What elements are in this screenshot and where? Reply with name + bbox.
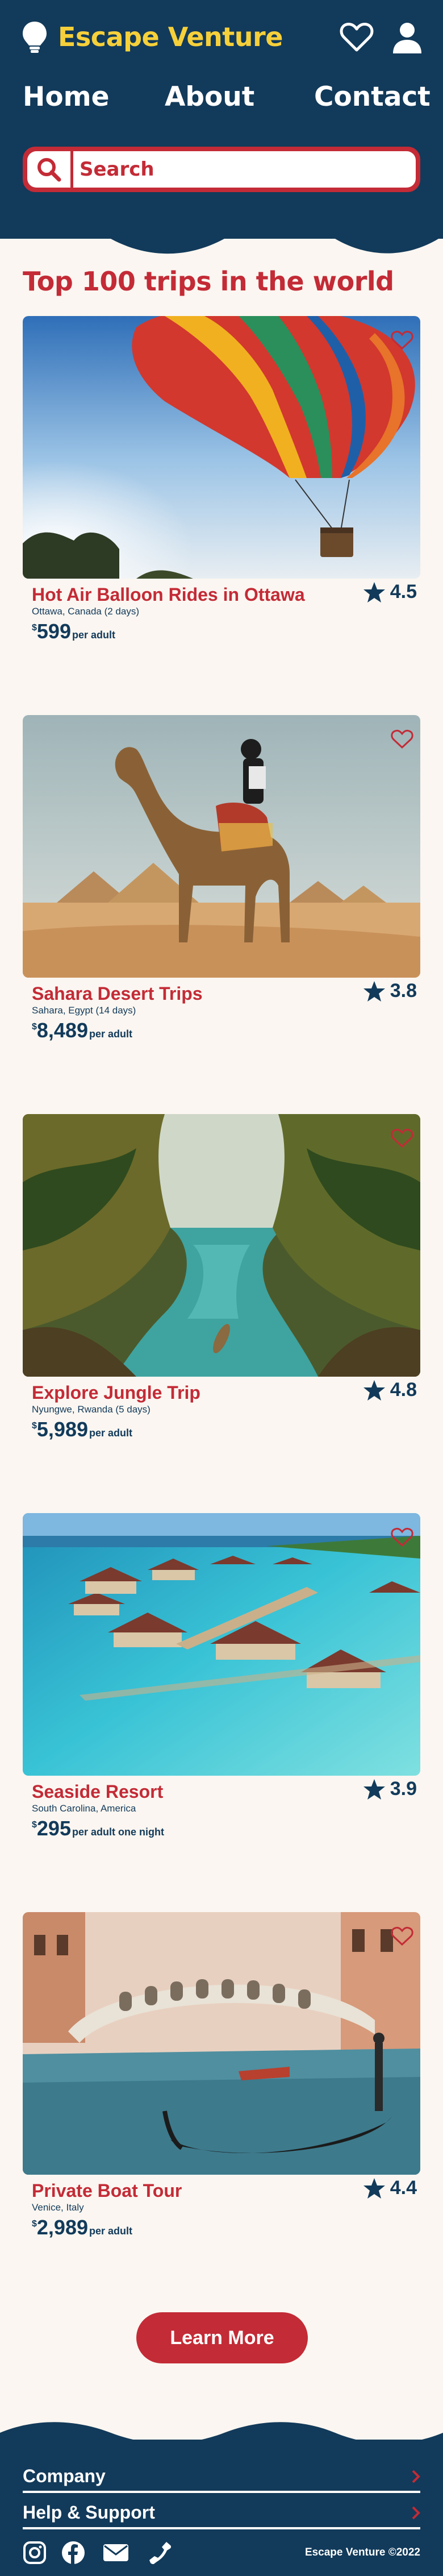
facebook-icon[interactable]	[61, 2541, 85, 2565]
trip-title[interactable]: Hot Air Balloon Rides in Ottawa	[32, 584, 305, 605]
trip-price: $ 2,989 per adult	[32, 2216, 132, 2240]
price-currency: $	[32, 1820, 37, 1830]
rating-value: 4.4	[390, 2177, 417, 2199]
trip-price: $ 599 per adult	[32, 620, 115, 643]
instagram-icon[interactable]	[23, 2541, 47, 2565]
favorite-heart-icon[interactable]	[391, 1926, 413, 1946]
trip-location: Venice, Italy	[32, 2202, 84, 2213]
trip-rating: 4.4	[363, 2177, 417, 2199]
price-currency: $	[32, 1421, 37, 1431]
search-divider	[70, 151, 73, 188]
favorite-heart-icon[interactable]	[391, 729, 413, 749]
rating-value: 4.8	[390, 1379, 417, 1401]
mail-icon[interactable]	[102, 2541, 129, 2565]
price-unit: per adult one night	[72, 1826, 164, 1838]
trip-title[interactable]: Private Boat Tour	[32, 2180, 182, 2201]
trip-card[interactable]: Sahara Desert Trips Sahara, Egypt (14 da…	[23, 715, 420, 1056]
trip-location: Nyungwe, Rwanda (5 days)	[32, 1404, 151, 1415]
lightbulb-icon	[23, 22, 47, 53]
trip-rating: 3.8	[363, 980, 417, 1002]
trip-card[interactable]: Explore Jungle Trip Nyungwe, Rwanda (5 d…	[23, 1114, 420, 1455]
favorite-heart-icon[interactable]	[391, 330, 413, 350]
trip-price: $ 5,989 per adult	[32, 1418, 132, 1441]
price-amount: 2,989	[36, 2216, 88, 2239]
search-field	[27, 151, 416, 188]
rating-value: 3.8	[390, 980, 417, 1002]
page-title: Top 100 trips in the world	[23, 266, 394, 297]
price-amount: 599	[36, 620, 71, 643]
footer-link-label: Company	[23, 2466, 106, 2486]
trip-image-camel-pyramids[interactable]	[23, 715, 420, 978]
trip-rating: 4.8	[363, 1379, 417, 1401]
nav-home[interactable]: Home	[23, 81, 109, 113]
price-currency: $	[32, 623, 37, 633]
trip-image-overwater-bungalows[interactable]	[23, 1513, 420, 1776]
trip-location: Ottawa, Canada (2 days)	[32, 606, 139, 617]
price-unit: per adult	[89, 1028, 133, 1040]
trip-price: $ 8,489 per adult	[32, 1019, 132, 1042]
footer-link-company[interactable]: Company	[23, 2461, 420, 2493]
trip-card[interactable]: Seaside Resort South Carolina, America $…	[23, 1513, 420, 1854]
favorite-heart-icon[interactable]	[391, 1128, 413, 1148]
star-icon	[363, 980, 385, 1002]
trip-image-hot-air-balloon[interactable]	[23, 316, 420, 579]
price-unit: per adult	[72, 629, 115, 641]
chevron-right-icon	[412, 2506, 420, 2520]
trip-rating: 3.9	[363, 1778, 417, 1800]
chevron-right-icon	[412, 2470, 420, 2483]
price-amount: 295	[36, 1817, 71, 1840]
trip-title[interactable]: Seaside Resort	[32, 1781, 163, 1802]
header-wave	[0, 205, 443, 254]
nav-contact[interactable]: Contact	[314, 81, 431, 113]
favorite-heart-icon[interactable]	[391, 1527, 413, 1547]
trip-location: South Carolina, America	[32, 1803, 136, 1814]
search-icon	[37, 158, 61, 182]
rating-value: 4.5	[390, 581, 417, 603]
price-amount: 5,989	[36, 1418, 88, 1441]
trip-card[interactable]: Private Boat Tour Venice, Italy $ 2,989 …	[23, 1912, 420, 2253]
rating-value: 3.9	[390, 1778, 417, 1800]
footer-link-label: Help & Support	[23, 2502, 155, 2523]
trip-image-jungle-river[interactable]	[23, 1114, 420, 1377]
trip-rating: 4.5	[363, 581, 417, 603]
trip-price: $ 295 per adult one night	[32, 1817, 164, 1840]
price-unit: per adult	[89, 2225, 133, 2237]
nav-about[interactable]: About	[165, 81, 254, 113]
trip-card[interactable]: Hot Air Balloon Rides in Ottawa Ottawa, …	[23, 316, 420, 657]
brand-name: Escape Venture	[58, 22, 283, 52]
price-currency: $	[32, 2219, 37, 2229]
search-input[interactable]	[80, 153, 409, 185]
heart-icon[interactable]	[340, 22, 374, 52]
price-amount: 8,489	[36, 1019, 88, 1042]
copyright-text: Escape Venture ©2022	[304, 2546, 420, 2558]
star-icon	[363, 581, 385, 603]
footer-link-help-support[interactable]: Help & Support	[23, 2498, 420, 2529]
trip-title[interactable]: Explore Jungle Trip	[32, 1382, 200, 1403]
phone-icon[interactable]	[149, 2541, 172, 2565]
learn-more-button[interactable]: Learn More	[136, 2312, 308, 2363]
trip-image-venice-gondola[interactable]	[23, 1912, 420, 2175]
price-currency: $	[32, 1022, 37, 1032]
price-unit: per adult	[89, 1427, 133, 1439]
star-icon	[363, 2178, 385, 2199]
trip-location: Sahara, Egypt (14 days)	[32, 1005, 136, 1016]
star-icon	[363, 1779, 385, 1800]
brand-logo[interactable]: Escape Venture	[22, 20, 283, 53]
trip-title[interactable]: Sahara Desert Trips	[32, 983, 203, 1004]
star-icon	[363, 1380, 385, 1401]
main-nav: Home About Contact	[23, 81, 431, 115]
search-button[interactable]	[27, 151, 70, 188]
user-icon[interactable]	[392, 22, 423, 55]
search-bar	[23, 147, 420, 192]
